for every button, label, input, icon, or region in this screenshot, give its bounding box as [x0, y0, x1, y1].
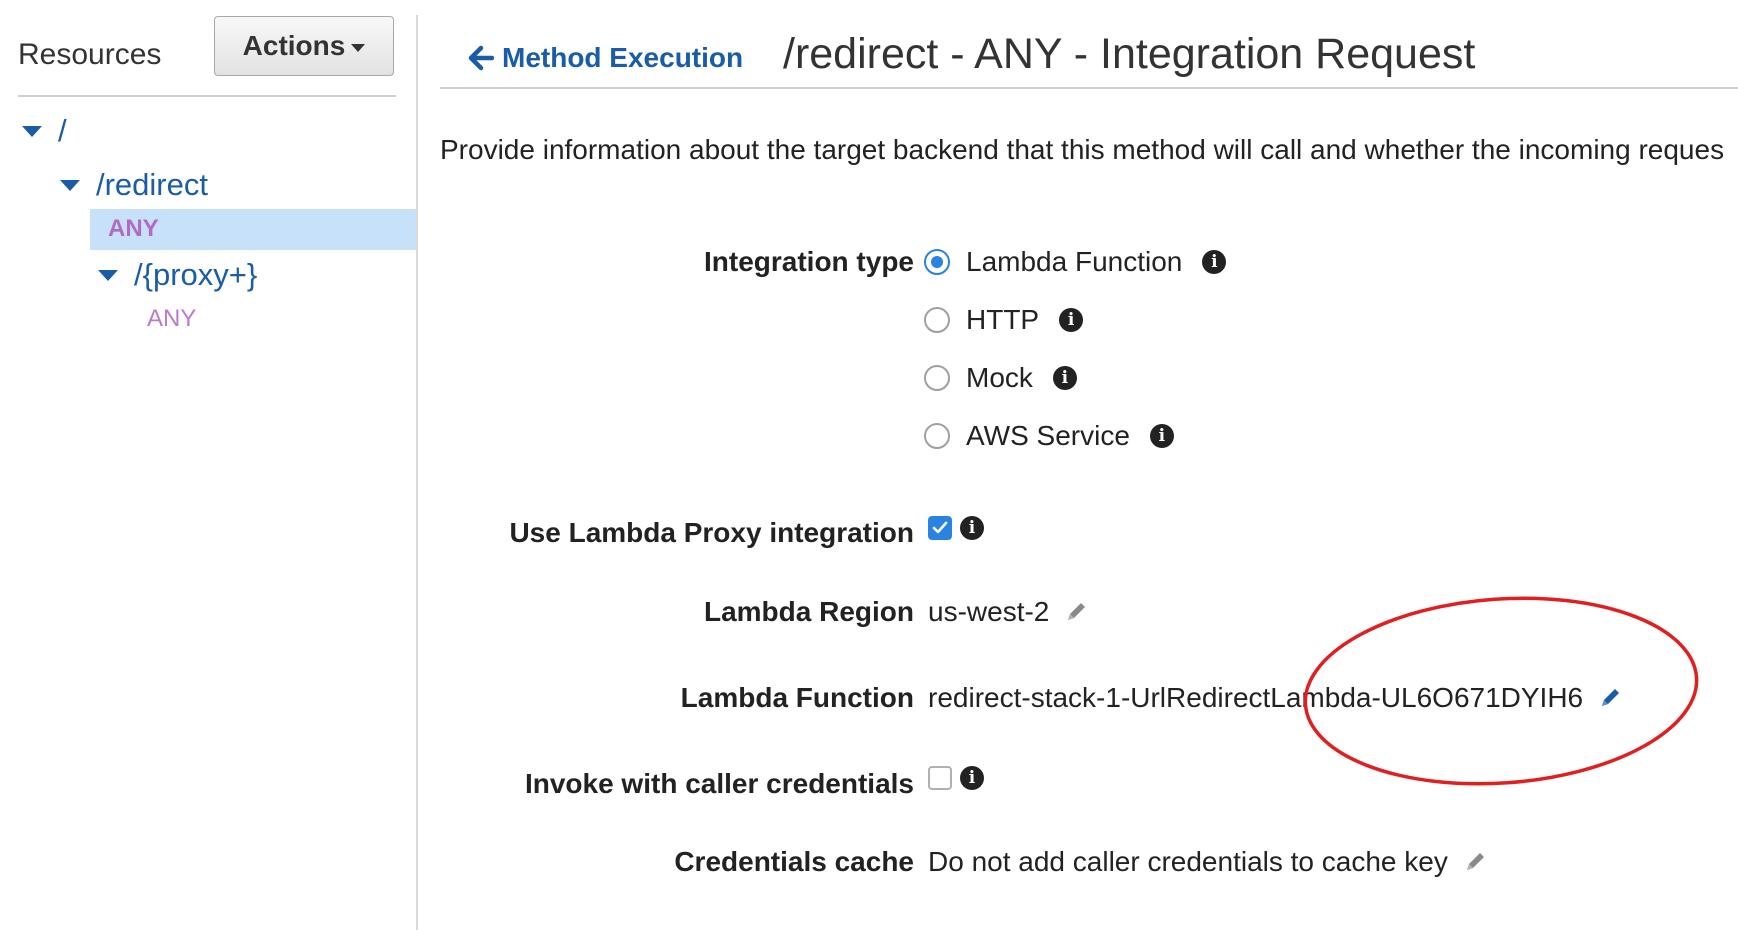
method-execution-label: Method Execution: [502, 42, 744, 73]
actions-label: Actions: [242, 30, 346, 61]
radio-label: Mock: [966, 362, 1033, 393]
credentials-cache-field: Do not add caller credentials to cache k…: [928, 846, 1488, 878]
radio-label: AWS Service: [966, 420, 1130, 451]
info-icon[interactable]: i: [1052, 366, 1077, 390]
method-any-proxy[interactable]: ANY: [147, 305, 196, 333]
pencil-edit-icon[interactable]: [1063, 599, 1089, 625]
resources-title: Resources: [18, 38, 162, 71]
checkmark-icon: [932, 521, 948, 534]
lambda-proxy-checkbox[interactable]: [928, 516, 952, 540]
radio-aws-service[interactable]: AWS Service i: [924, 420, 1174, 452]
pencil-edit-icon[interactable]: [1597, 685, 1623, 711]
lambda-region-label: Lambda Region: [703, 596, 914, 627]
info-icon[interactable]: i: [960, 766, 984, 790]
lambda-function-value: redirect-stack-1-UrlRedirectLambda-UL6O6…: [928, 682, 1584, 713]
radio-label: HTTP: [966, 304, 1040, 335]
tree-item-redirect[interactable]: /redirect: [60, 167, 208, 203]
tree-item-proxy[interactable]: /{proxy+}: [98, 257, 257, 293]
credentials-cache-label: Credentials cache: [674, 846, 914, 877]
title-divider: [440, 87, 1738, 89]
lambda-proxy-field: i: [928, 516, 984, 540]
radio-button[interactable]: [924, 307, 950, 333]
radio-lambda-function[interactable]: Lambda Function i: [924, 246, 1227, 278]
sidebar-divider-line: [18, 95, 396, 97]
method-execution-link[interactable]: Method Execution: [468, 42, 743, 74]
credentials-cache-value: Do not add caller credentials to cache k…: [928, 846, 1448, 877]
info-icon[interactable]: i: [960, 516, 984, 540]
invoke-credentials-checkbox[interactable]: [928, 766, 952, 790]
radio-mock[interactable]: Mock i: [924, 362, 1077, 394]
expand-triangle-icon[interactable]: [60, 179, 80, 191]
lambda-function-label: Lambda Function: [680, 682, 914, 713]
radio-button[interactable]: [924, 365, 950, 391]
expand-triangle-icon[interactable]: [22, 125, 42, 137]
tree-item-label: /redirect: [96, 167, 208, 202]
tree-item-label: /: [58, 113, 67, 148]
tree-item-label: /{proxy+}: [134, 257, 258, 292]
invoke-credentials-label: Invoke with caller credentials: [524, 768, 914, 799]
lambda-proxy-label: Use Lambda Proxy integration: [509, 517, 914, 548]
pencil-edit-icon[interactable]: [1462, 849, 1488, 875]
lambda-region-value: us-west-2: [928, 596, 1050, 627]
invoke-credentials-field: i: [928, 766, 984, 790]
info-icon[interactable]: i: [1149, 424, 1174, 448]
method-any-redirect[interactable]: ANY: [108, 215, 159, 243]
info-icon[interactable]: i: [1202, 250, 1227, 274]
page-description: Provide information about the target bac…: [440, 134, 1725, 165]
lambda-region-field: us-west-2: [928, 596, 1089, 628]
tree-item-root[interactable]: /: [22, 113, 67, 149]
expand-triangle-icon[interactable]: [98, 269, 118, 281]
radio-button[interactable]: [924, 423, 950, 449]
integration-request-panel: Method Execution /redirect - ANY - Integ…: [418, 0, 1738, 930]
actions-dropdown-button[interactable]: Actions: [214, 16, 394, 76]
lambda-function-field: redirect-stack-1-UrlRedirectLambda-UL6O6…: [928, 682, 1623, 714]
integration-type-label: Integration type: [703, 246, 914, 277]
resources-sidebar: Resources Actions / /redirect ANY /{prox…: [0, 0, 416, 930]
radio-button-selected[interactable]: [924, 249, 950, 275]
info-icon[interactable]: i: [1059, 308, 1084, 332]
caret-down-icon: [351, 44, 366, 52]
radio-http[interactable]: HTTP i: [924, 304, 1084, 336]
page-title: /redirect - ANY - Integration Request: [783, 30, 1476, 78]
arrow-left-icon: [468, 45, 494, 71]
radio-label: Lambda Function: [966, 246, 1183, 277]
